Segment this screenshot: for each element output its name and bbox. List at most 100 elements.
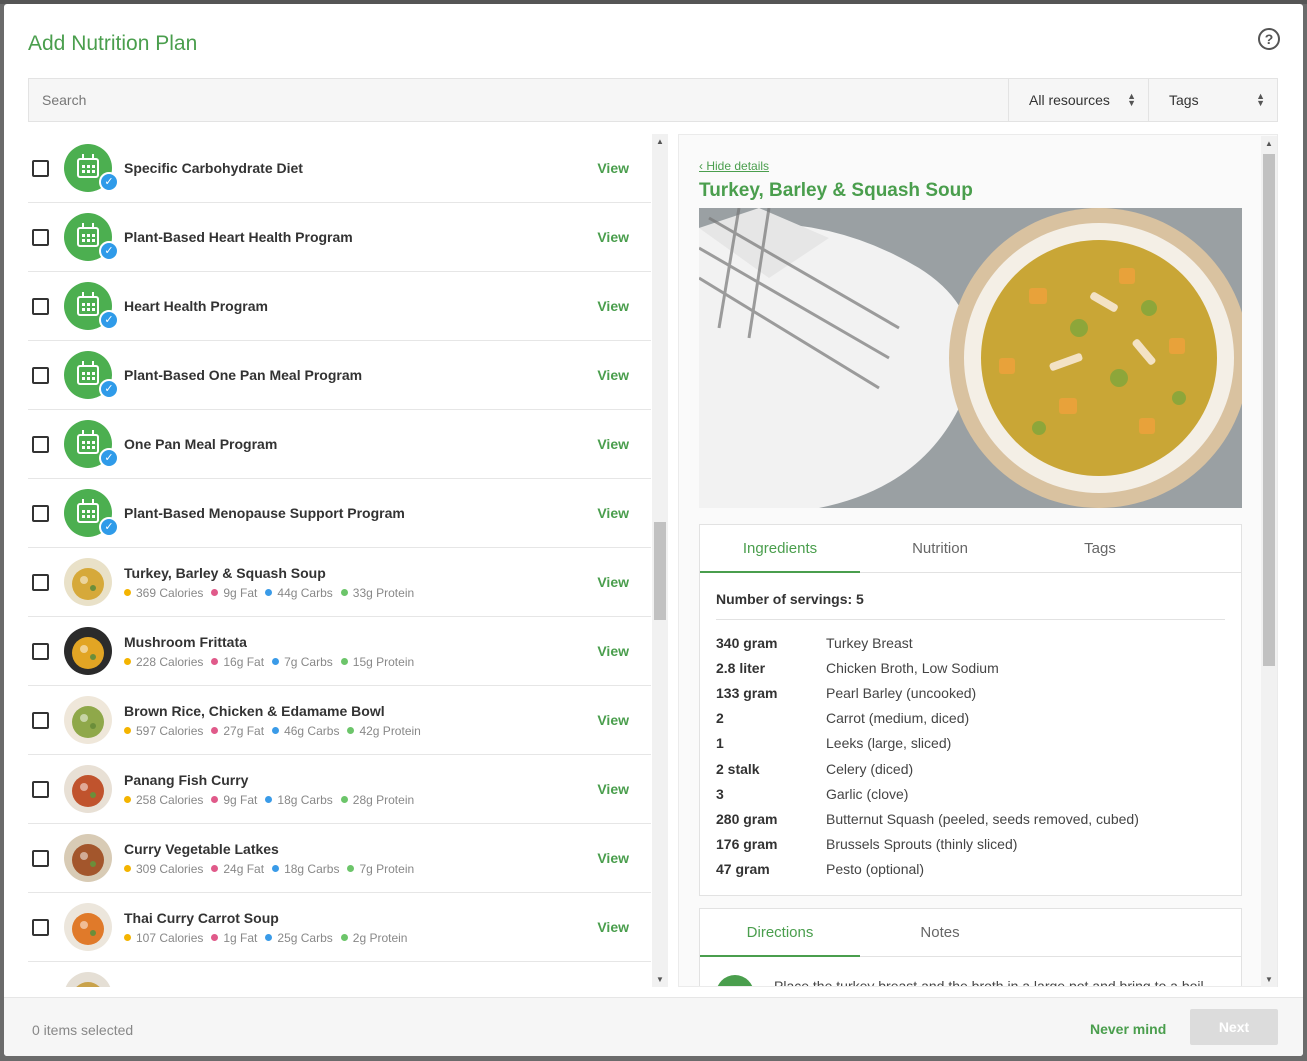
ingredient-quantity: 2 xyxy=(716,710,724,727)
fat-stat: 1g Fat xyxy=(211,931,257,945)
carbs-value: 25g Carbs xyxy=(277,930,333,945)
row-text: Curry Vegetable Latkes 309 Calories 24g Fa… xyxy=(124,841,651,876)
view-link[interactable]: View xyxy=(597,919,629,935)
ingredient-name: Leeks (large, sliced) xyxy=(826,735,952,752)
view-link[interactable]: View xyxy=(597,574,629,590)
select-checkbox[interactable] xyxy=(32,366,49,384)
select-checkbox[interactable] xyxy=(32,780,49,798)
direction-tabs: Directions Notes xyxy=(700,909,1241,957)
resource-filter-select[interactable]: All resources ▲ ▼ xyxy=(1008,79,1148,121)
ingredient-name: Garlic (clove) xyxy=(826,785,909,802)
list-item: ✓ Plant-Based Heart Health Program View xyxy=(28,203,651,272)
next-button[interactable]: Next xyxy=(1190,1009,1278,1045)
detail-title: Turkey, Barley & Squash Soup xyxy=(699,180,973,201)
fat-stat: 9g Fat xyxy=(211,586,257,600)
list-scrollbar[interactable]: ▲ ▼ xyxy=(652,134,668,987)
tags-filter-select[interactable]: Tags ▲ ▼ xyxy=(1148,79,1277,121)
updown-chevron-icon: ▲ ▼ xyxy=(1256,91,1265,108)
tab-nutrition[interactable]: Nutrition xyxy=(860,525,1020,572)
view-link[interactable]: View xyxy=(597,436,629,452)
hide-details-link[interactable]: ‹ Hide details xyxy=(699,159,769,173)
calendar-icon xyxy=(77,154,99,178)
list-scrollbar-thumb[interactable] xyxy=(654,522,666,620)
calories-stat: 309 Calories xyxy=(124,862,203,876)
item-title: Thai Curry Carrot Soup xyxy=(124,909,279,926)
ingredient-name: Butternut Squash (peeled, seeds removed,… xyxy=(826,810,1139,827)
scroll-down-arrow-icon[interactable]: ▼ xyxy=(1265,975,1273,984)
ingredient-row: 2 Carrot (medium, diced) xyxy=(716,706,1225,731)
select-checkbox[interactable] xyxy=(32,711,49,729)
macro-summary: 107 Calories 1g Fat 25g Carbs 2g Protein xyxy=(124,931,651,945)
ingredient-name: Chicken Broth, Low Sodium xyxy=(826,659,999,676)
row-text: Thai Curry Carrot Soup 107 Calories 1g Fat… xyxy=(124,910,651,945)
fat-value: 9g Fat xyxy=(223,585,258,600)
view-link[interactable]: View xyxy=(597,367,629,383)
view-link[interactable]: View xyxy=(597,781,629,797)
ingredient-quantity: 340 gram xyxy=(716,634,778,651)
fat-stat: 16g Fat xyxy=(211,655,264,669)
select-checkbox[interactable] xyxy=(32,297,49,315)
detail-scrollbar[interactable]: ▲ ▼ xyxy=(1261,136,1277,987)
help-icon[interactable]: ? xyxy=(1258,28,1280,50)
select-checkbox[interactable] xyxy=(32,504,49,522)
detail-scrollbar-thumb[interactable] xyxy=(1263,154,1275,666)
ingredient-row: 47 gram Pesto (optional) xyxy=(716,857,1225,882)
search-input[interactable] xyxy=(29,79,1008,121)
carbs-value: 18g Carbs xyxy=(277,792,333,807)
ingredient-quantity: 3 xyxy=(716,785,724,802)
list-item: ✓ One Pan Meal Program View xyxy=(28,410,651,479)
view-link[interactable]: View xyxy=(597,229,629,245)
item-title: Plant-Based One Pan Meal Program xyxy=(124,367,363,383)
carbs-value: 44g Carbs xyxy=(277,585,333,600)
fat-value: 1g Fat xyxy=(223,930,258,945)
fat-stat: 24g Fat xyxy=(211,862,264,876)
check-badge-icon: ✓ xyxy=(99,517,119,537)
calories-value: 369 Calories xyxy=(136,585,204,600)
item-title: Brown Rice, Chicken & Edamame Bowl xyxy=(124,702,385,719)
protein-value: 7g Protein xyxy=(359,861,415,876)
scroll-up-arrow-icon[interactable]: ▲ xyxy=(1265,139,1273,148)
ingredient-row: 2.8 liter Chicken Broth, Low Sodium xyxy=(716,655,1225,680)
view-link[interactable]: View xyxy=(597,712,629,728)
fat-value: 16g Fat xyxy=(223,654,265,669)
select-checkbox[interactable] xyxy=(32,849,49,867)
scroll-up-arrow-icon[interactable]: ▲ xyxy=(656,137,664,146)
ingredient-row: 2 stalk Celery (diced) xyxy=(716,756,1225,781)
ingredient-name: Carrot (medium, diced) xyxy=(826,710,970,727)
tab-directions[interactable]: Directions xyxy=(700,909,860,957)
select-checkbox[interactable] xyxy=(32,918,49,936)
never-mind-button[interactable]: Never mind xyxy=(1090,1021,1166,1037)
dialog-title: Add Nutrition Plan xyxy=(28,32,198,55)
view-link[interactable]: View xyxy=(597,505,629,521)
macro-summary: 228 Calories 16g Fat 7g Carbs 15g Protein xyxy=(124,655,651,669)
row-text: Turkey, Barley & Squash Soup 369 Calories… xyxy=(124,565,651,600)
ingredient-name: Pearl Barley (uncooked) xyxy=(826,684,977,701)
scroll-down-arrow-icon[interactable]: ▼ xyxy=(656,975,664,984)
calories-value: 309 Calories xyxy=(136,861,204,876)
item-title: Mushroom Frittata xyxy=(124,633,247,650)
row-text: Brown Rice, Chicken & Edamame Bowl 597 Ca… xyxy=(124,703,651,738)
ingredient-quantity: 1 xyxy=(716,735,724,752)
fat-value: 9g Fat xyxy=(223,792,258,807)
ingredients-table: 340 gram Turkey Breast 2.8 liter Chicken Br… xyxy=(716,630,1225,882)
ingredient-row: 133 gram Pearl Barley (uncooked) xyxy=(716,680,1225,705)
macro-summary: 369 Calories 9g Fat 44g Carbs 33g Protein xyxy=(124,586,651,600)
view-link[interactable]: View xyxy=(597,850,629,866)
select-checkbox[interactable] xyxy=(32,642,49,660)
tab-tags[interactable]: Tags xyxy=(1020,525,1180,572)
row-text: Plant-Based Heart Health Program xyxy=(124,229,651,245)
select-checkbox[interactable] xyxy=(32,573,49,591)
row-text: One Pan Meal Program xyxy=(124,436,651,452)
ingredient-row: 176 gram Brussels Sprouts (thinly sliced) xyxy=(716,832,1225,857)
view-link[interactable]: View xyxy=(597,298,629,314)
select-checkbox[interactable] xyxy=(32,228,49,246)
tab-notes[interactable]: Notes xyxy=(860,909,1020,956)
select-checkbox[interactable] xyxy=(32,159,49,177)
list-item: Mushroom Frittata 228 Calories 16g Fat 7g C… xyxy=(28,617,651,686)
select-checkbox[interactable] xyxy=(32,435,49,453)
view-link[interactable]: View xyxy=(597,160,629,176)
macro-summary: 258 Calories 9g Fat 18g Carbs 28g Protein xyxy=(124,793,651,807)
tab-ingredients[interactable]: Ingredients xyxy=(700,525,860,573)
view-link[interactable]: View xyxy=(597,643,629,659)
calories-stat: 369 Calories xyxy=(124,586,203,600)
